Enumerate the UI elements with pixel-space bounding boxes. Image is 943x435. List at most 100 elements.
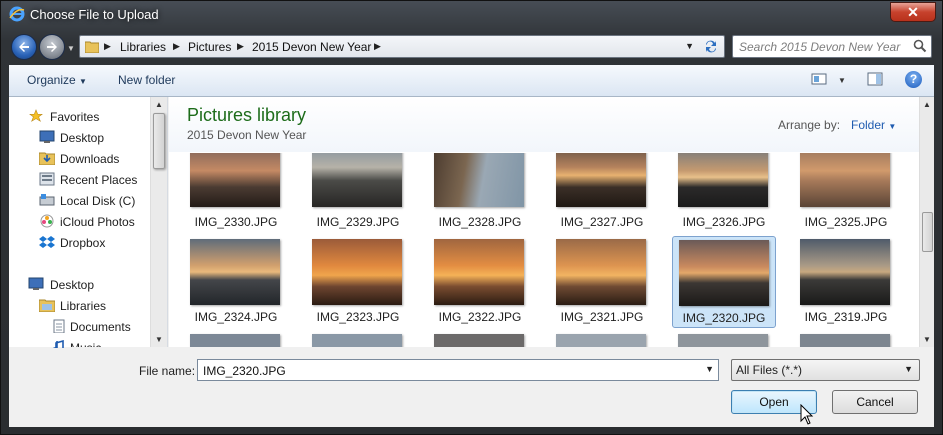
file-tile-partial[interactable] bbox=[794, 331, 898, 347]
search-icon[interactable] bbox=[913, 39, 927, 53]
window-title: Choose File to Upload bbox=[30, 7, 159, 22]
file-name-input[interactable] bbox=[201, 362, 700, 380]
file-name-label: IMG_2324.JPG bbox=[194, 310, 278, 324]
sidebar-item-downloads[interactable]: Downloads bbox=[60, 152, 119, 166]
file-name-label: IMG_2326.JPG bbox=[682, 215, 766, 229]
new-folder-button[interactable]: New folder bbox=[118, 73, 175, 87]
file-name-label: IMG_2330.JPG bbox=[194, 215, 278, 229]
forward-button[interactable] bbox=[39, 34, 65, 60]
arrange-by-value: Folder bbox=[851, 118, 886, 132]
icloud-icon bbox=[40, 214, 54, 228]
file-tile-img-2322[interactable]: IMG_2322.JPG bbox=[428, 236, 532, 328]
dropbox-icon bbox=[39, 236, 55, 248]
cancel-button[interactable]: Cancel bbox=[832, 390, 918, 414]
file-type-select[interactable]: All Files (*.*) ▼ bbox=[731, 359, 920, 381]
breadcrumb-current-folder[interactable]: 2015 Devon New Year bbox=[252, 40, 371, 54]
refresh-icon[interactable] bbox=[702, 39, 720, 54]
file-tile-img-2320[interactable]: IMG_2320.JPG bbox=[672, 236, 776, 328]
dialog-body: Organize ▼ New folder ▼ ? Favorites Desk… bbox=[9, 65, 934, 427]
chevron-right-icon[interactable]: ▶ bbox=[237, 41, 244, 52]
scroll-up-icon[interactable]: ▲ bbox=[923, 100, 931, 109]
breadcrumb-pictures[interactable]: Pictures bbox=[188, 40, 231, 54]
chevron-down-icon: ▼ bbox=[888, 122, 897, 131]
file-tile-partial[interactable] bbox=[306, 331, 410, 347]
sidebar-item-desktop-root[interactable]: Desktop bbox=[50, 278, 94, 292]
arrange-by-dropdown[interactable]: Folder ▼ bbox=[851, 118, 896, 132]
chevron-right-icon[interactable]: ▶ bbox=[374, 41, 381, 52]
file-name-panel: File name: ▼ All Files (*.*) ▼ Open Canc… bbox=[9, 348, 934, 427]
organize-button[interactable]: Organize ▼ bbox=[27, 73, 87, 87]
breadcrumb-libraries[interactable]: Libraries bbox=[120, 40, 166, 54]
thumbnail-image bbox=[190, 153, 280, 207]
drive-icon bbox=[39, 194, 55, 206]
search-input[interactable] bbox=[737, 38, 911, 56]
file-tile-img-2327[interactable]: IMG_2327.JPG bbox=[550, 153, 654, 233]
sidebar-item-dropbox[interactable]: Dropbox bbox=[60, 236, 105, 250]
star-icon bbox=[29, 109, 43, 122]
file-tile-img-2319[interactable]: IMG_2319.JPG bbox=[794, 236, 898, 328]
file-tile-img-2330[interactable]: IMG_2330.JPG bbox=[184, 153, 288, 233]
file-tile-img-2324[interactable]: IMG_2324.JPG bbox=[184, 236, 288, 328]
thumbnail-image bbox=[190, 334, 280, 347]
library-header: Pictures library 2015 Devon New Year Arr… bbox=[169, 97, 934, 152]
file-tile-img-2323[interactable]: IMG_2323.JPG bbox=[306, 236, 410, 328]
thumbnail-image bbox=[312, 239, 402, 305]
file-tile-img-2328[interactable]: IMG_2328.JPG bbox=[428, 153, 532, 233]
sidebar-item-music[interactable]: Music bbox=[70, 341, 101, 347]
navigation-scrollbar[interactable]: ▲ ▼ bbox=[150, 97, 167, 347]
file-name-label: IMG_2322.JPG bbox=[438, 310, 522, 324]
thumbnail-image bbox=[556, 239, 646, 305]
file-name-label: IMG_2323.JPG bbox=[316, 310, 400, 324]
thumbnail-image bbox=[678, 334, 768, 347]
sidebar-item-documents[interactable]: Documents bbox=[70, 320, 131, 334]
file-tile-img-2326[interactable]: IMG_2326.JPG bbox=[672, 153, 776, 233]
scroll-down-icon[interactable]: ▼ bbox=[923, 335, 931, 344]
file-name-label: IMG_2329.JPG bbox=[316, 215, 400, 229]
help-button[interactable]: ? bbox=[905, 71, 922, 88]
scroll-down-icon[interactable]: ▼ bbox=[155, 335, 163, 344]
file-tile-img-2321[interactable]: IMG_2321.JPG bbox=[550, 236, 654, 328]
command-bar: Organize ▼ New folder ▼ ? bbox=[9, 65, 934, 97]
file-name-label: IMG_2327.JPG bbox=[560, 215, 644, 229]
chevron-right-icon[interactable]: ▶ bbox=[173, 41, 180, 52]
scroll-up-icon[interactable]: ▲ bbox=[155, 100, 163, 109]
sidebar-item-recent-places[interactable]: Recent Places bbox=[60, 173, 137, 187]
scroll-thumb[interactable] bbox=[922, 212, 933, 252]
file-tile-partial[interactable] bbox=[184, 331, 288, 347]
thumbnail-image bbox=[312, 334, 402, 347]
history-dropdown-icon[interactable]: ▼ bbox=[67, 44, 75, 53]
file-tile-img-2325[interactable]: IMG_2325.JPG bbox=[794, 153, 898, 233]
sidebar-item-favorites[interactable]: Favorites bbox=[50, 110, 99, 124]
chevron-down-icon[interactable]: ▼ bbox=[705, 364, 714, 374]
chevron-right-icon[interactable]: ▶ bbox=[104, 41, 111, 52]
preview-pane-icon[interactable] bbox=[867, 71, 883, 87]
file-tile-img-2329[interactable]: IMG_2329.JPG bbox=[306, 153, 410, 233]
address-bar[interactable]: ▶ Libraries ▶ Pictures ▶ 2015 Devon New … bbox=[79, 35, 725, 58]
file-type-value: All Files (*.*) bbox=[736, 363, 803, 377]
thumbnail-image bbox=[556, 334, 646, 347]
file-tile-partial[interactable] bbox=[428, 331, 532, 347]
sidebar-item-desktop[interactable]: Desktop bbox=[60, 131, 104, 145]
scroll-thumb[interactable] bbox=[153, 113, 165, 169]
file-tile-partial[interactable] bbox=[550, 331, 654, 347]
thumbnail-image bbox=[800, 153, 890, 207]
view-options-icon[interactable] bbox=[811, 71, 827, 87]
sidebar-item-icloud-photos[interactable]: iCloud Photos bbox=[60, 215, 135, 229]
file-list-scrollbar[interactable]: ▲ ▼ bbox=[919, 97, 934, 347]
file-name-combobox[interactable]: ▼ bbox=[197, 359, 719, 381]
sidebar-item-libraries[interactable]: Libraries bbox=[60, 299, 106, 313]
search-box[interactable] bbox=[732, 35, 932, 58]
thumbnail-image bbox=[190, 239, 280, 305]
navigation-pane: Favorites Desktop Downloads Recent Place… bbox=[9, 97, 168, 353]
back-button[interactable] bbox=[11, 34, 37, 60]
file-tile-partial[interactable] bbox=[672, 331, 776, 347]
folder-icon bbox=[85, 41, 99, 53]
address-dropdown-icon[interactable]: ▼ bbox=[685, 41, 694, 51]
file-name-label: File name: bbox=[139, 364, 196, 378]
close-button[interactable]: ✕ bbox=[890, 2, 936, 22]
desktop-icon bbox=[39, 130, 55, 143]
sidebar-item-local-disk[interactable]: Local Disk (C) bbox=[60, 194, 135, 208]
view-dropdown-icon[interactable]: ▼ bbox=[838, 76, 846, 85]
libraries-icon bbox=[39, 299, 55, 312]
file-name-label: IMG_2325.JPG bbox=[804, 215, 888, 229]
